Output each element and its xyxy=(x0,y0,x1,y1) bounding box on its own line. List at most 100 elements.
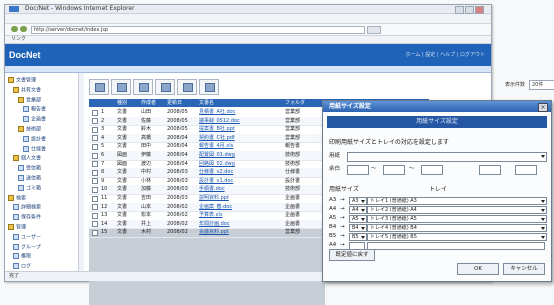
tree-item[interactable]: 個人文書 xyxy=(13,155,76,162)
size-select[interactable] xyxy=(349,242,365,250)
document-link[interactable]: 会議資料.ppt xyxy=(199,228,283,236)
document-link[interactable]: 仕様書_v2.doc xyxy=(199,168,283,176)
row-checkbox[interactable] xyxy=(92,118,98,125)
row-checkbox[interactable] xyxy=(92,229,98,236)
row-checkbox[interactable] xyxy=(92,135,98,142)
row-checkbox[interactable] xyxy=(92,204,98,211)
tree-item[interactable]: 文書管理 xyxy=(8,77,76,83)
row-checkbox[interactable] xyxy=(92,152,98,159)
tree-item-label: 検索 xyxy=(16,195,27,201)
tree-item[interactable]: 権限 xyxy=(13,253,76,260)
row-checkbox[interactable] xyxy=(92,161,98,168)
tray-select[interactable]: トレイ4 (普通紙) B4 xyxy=(367,224,547,232)
forward-icon[interactable] xyxy=(20,26,27,32)
document-link[interactable]: 予算表.xls xyxy=(199,211,283,219)
grid-column-header[interactable]: 作成者 xyxy=(141,99,165,107)
row-checkbox[interactable] xyxy=(92,109,98,116)
document-link[interactable]: 手順書.doc xyxy=(199,185,283,193)
grid-cell: 技術部 xyxy=(285,152,301,158)
go-button[interactable] xyxy=(367,26,381,34)
address-input[interactable]: http://server/docnet/index.jsp xyxy=(31,26,365,34)
row-checkbox[interactable] xyxy=(92,178,98,185)
minimize-button[interactable] xyxy=(455,6,464,14)
row-checkbox[interactable] xyxy=(92,126,98,133)
row-checkbox[interactable] xyxy=(92,195,98,202)
document-link[interactable]: 議事録_0512.doc xyxy=(199,117,283,125)
tree-item[interactable]: 管理 xyxy=(8,224,76,230)
tree-item[interactable]: 仕様書 xyxy=(23,145,76,152)
tray-select[interactable]: トレイ1 (普通紙) A3 xyxy=(367,197,547,205)
document-link[interactable]: 説明資料.ppt xyxy=(199,194,283,202)
tree-item[interactable]: 詳細検索 xyxy=(13,204,76,211)
header-links[interactable]: ホーム | 設定 | ヘルプ | ログアウト xyxy=(305,52,485,58)
document-link[interactable]: 見積書_A社.doc xyxy=(199,108,283,116)
paper-select[interactable] xyxy=(347,152,547,162)
print-button[interactable] xyxy=(199,79,219,95)
tree-item[interactable]: 報告書 xyxy=(23,106,76,113)
close-button[interactable] xyxy=(475,6,484,14)
grid-column-header[interactable]: 種別 xyxy=(117,99,139,107)
row-checkbox[interactable] xyxy=(92,186,98,193)
margin-right-input[interactable] xyxy=(479,165,501,175)
row-checkbox[interactable] xyxy=(92,212,98,219)
window-title: Doc/Net - Windows Internet Explorer xyxy=(25,5,135,12)
tray-select[interactable]: トレイ2 (普通紙) A4 xyxy=(367,206,547,214)
tree-item[interactable]: 技術部 xyxy=(18,126,76,132)
tree-item[interactable]: 共有文書 xyxy=(13,86,76,93)
margin-top-input[interactable] xyxy=(347,165,369,175)
tree-item[interactable]: ログ xyxy=(13,263,76,270)
grid-cell: 設計書 xyxy=(285,177,301,184)
cancel-button[interactable]: キャンセル xyxy=(503,263,545,275)
margin-extra-input[interactable] xyxy=(515,165,537,175)
tray-select[interactable]: トレイ5 (普通紙) B5 xyxy=(367,233,547,241)
tray-select[interactable]: トレイ3 (普通紙) A5 xyxy=(367,215,547,223)
row-checkbox[interactable] xyxy=(92,221,98,228)
grid-column-header[interactable]: 更新日 xyxy=(167,99,197,107)
document-link[interactable]: 報告書_4月.xls xyxy=(199,142,283,150)
tree-item[interactable]: ユーザー xyxy=(13,233,76,240)
edit-button[interactable] xyxy=(111,79,131,95)
document-link[interactable]: 年間計画.doc xyxy=(199,220,283,228)
margin-row: 余白 〜 〜 xyxy=(329,164,545,175)
pager-select[interactable]: 20件 xyxy=(529,80,554,90)
row-checkbox[interactable] xyxy=(92,143,98,150)
sidebar-scrollbar[interactable] xyxy=(78,73,84,281)
document-link[interactable]: 設計書_v1.doc xyxy=(199,177,283,185)
tree-item[interactable]: 営業部 xyxy=(18,96,76,103)
tree-item[interactable]: 保存条件 xyxy=(13,214,76,221)
margin-left-input[interactable] xyxy=(421,165,443,175)
grid-column-header[interactable] xyxy=(101,99,113,107)
tree-item[interactable]: 受信箱 xyxy=(18,165,76,172)
size-select[interactable]: A3 xyxy=(349,197,367,205)
document-link[interactable]: 配置図_01.dwg xyxy=(199,151,283,159)
document-link[interactable]: 企画案_春.doc xyxy=(199,203,283,211)
size-select[interactable]: A5 xyxy=(349,215,367,223)
document-link[interactable]: 回路図_02.dwg xyxy=(199,160,283,168)
back-icon[interactable] xyxy=(11,26,18,32)
margin-bottom-input[interactable] xyxy=(383,165,405,175)
ok-button[interactable]: OK xyxy=(457,263,499,275)
grid-column-header[interactable]: 文書名 xyxy=(199,99,283,107)
tree-item[interactable]: 設計書 xyxy=(23,135,76,142)
size-select[interactable]: B5 xyxy=(349,233,367,241)
tree-item[interactable]: ゴミ箱 xyxy=(18,184,76,191)
tray-select[interactable] xyxy=(367,242,545,250)
restore-defaults-button[interactable]: 既定値に戻す xyxy=(329,249,375,261)
copy-button[interactable] xyxy=(133,79,153,95)
grid-column-header[interactable]: フォルダ xyxy=(285,99,325,107)
grid-cell: 15 xyxy=(101,229,108,236)
tree-item[interactable]: 企画書 xyxy=(23,116,76,123)
move-button[interactable] xyxy=(155,79,175,95)
size-select[interactable]: B4 xyxy=(349,224,367,232)
new-doc-button[interactable] xyxy=(89,79,109,95)
tree-item[interactable]: 送信箱 xyxy=(18,175,76,181)
size-select[interactable]: A4 xyxy=(349,206,367,214)
delete-button[interactable] xyxy=(177,79,197,95)
tree-item[interactable]: グループ xyxy=(13,243,76,250)
document-link[interactable]: 契約書_C社.pdf xyxy=(199,134,283,142)
row-checkbox[interactable] xyxy=(92,169,98,176)
dialog-close-button[interactable]: × xyxy=(538,103,548,112)
tree-item[interactable]: 検索 xyxy=(8,194,76,201)
document-link[interactable]: 提案書_B社.ppt xyxy=(199,125,283,133)
maximize-button[interactable] xyxy=(465,6,474,14)
